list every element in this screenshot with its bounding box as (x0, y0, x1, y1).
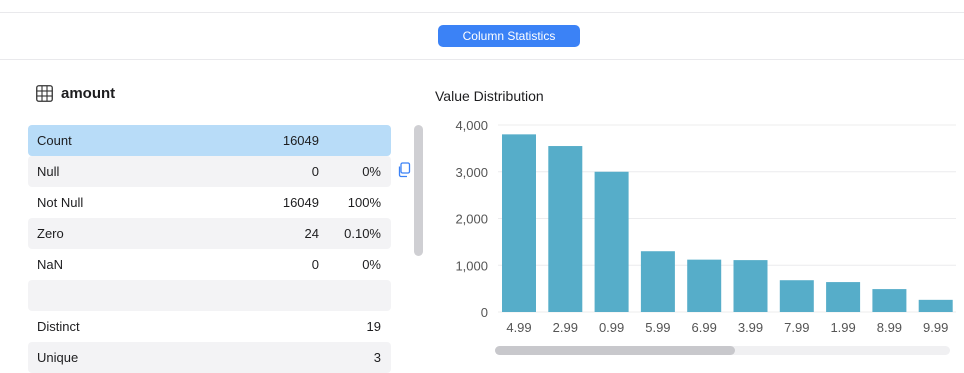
bar-9.99[interactable] (918, 299, 953, 312)
bar-0.99[interactable] (594, 171, 629, 312)
x-tick-label: 2.99 (553, 320, 578, 335)
stat-count: 16049 (282, 133, 319, 148)
bar-2.99[interactable] (548, 146, 583, 312)
stat-row-distinct[interactable]: Distinct 19 (28, 311, 391, 342)
stat-count: 24 (304, 226, 319, 241)
x-tick-label: 3.99 (738, 320, 763, 335)
stat-label: Not Null (37, 195, 84, 210)
column-statistics-tab[interactable]: Column Statistics (438, 25, 580, 47)
x-tick-label: 7.99 (784, 320, 809, 335)
table-grid-icon (36, 85, 53, 102)
chart-horizontal-scrollbar[interactable] (495, 346, 950, 355)
column-name: amount (61, 85, 116, 102)
stat-row-null[interactable]: Null 0 0% (28, 156, 391, 187)
chart-title: Value Distribution (435, 88, 544, 104)
x-tick-label: 9.99 (923, 320, 948, 335)
top-divider (0, 12, 964, 13)
stat-label: Null (37, 164, 60, 179)
stat-row-spacer (28, 280, 391, 311)
x-tick-label: 4.99 (506, 320, 531, 335)
y-tick-label: 2,000 (455, 212, 488, 227)
x-tick-label: 6.99 (692, 320, 717, 335)
chart-scroll-thumb[interactable] (495, 346, 735, 355)
stat-count: 16049 (282, 195, 319, 210)
y-tick-label: 4,000 (455, 118, 488, 133)
copy-icon[interactable] (397, 162, 411, 178)
value-distribution-chart: 4,000 3,000 2,000 1,000 0 4.99 2.99 0.99 5.99 6.9… (455, 118, 956, 335)
x-tick-label: 8.99 (877, 320, 902, 335)
header-divider (0, 59, 964, 60)
bar-7.99[interactable] (779, 280, 814, 312)
y-tick-label: 1,000 (455, 258, 488, 273)
y-tick-label: 3,000 (455, 165, 488, 180)
stat-label: NaN (37, 257, 64, 272)
stat-label: Zero (37, 226, 64, 241)
stat-row-zero[interactable]: Zero 24 0.10% (28, 218, 391, 249)
stat-count: 0 (311, 257, 319, 272)
stat-row-nan[interactable]: NaN 0 0% (28, 249, 391, 280)
y-tick-label: 0 (481, 305, 488, 320)
stat-label: Count (37, 133, 72, 148)
bar-3.99[interactable] (733, 260, 768, 312)
x-tick-label: 0.99 (599, 320, 624, 335)
stat-percent: 0.10% (344, 226, 381, 241)
bar-4.99[interactable] (502, 134, 536, 312)
column-header: amount (36, 85, 115, 102)
stat-value: 19 (366, 319, 381, 334)
x-tick-label: 5.99 (645, 320, 670, 335)
stat-row-count[interactable]: Count 16049 (28, 125, 391, 156)
bar-5.99[interactable] (640, 251, 675, 312)
stat-row-unique[interactable]: Unique 3 (28, 342, 391, 373)
x-tick-label: 1.99 (830, 320, 855, 335)
stat-value: 3 (373, 350, 381, 365)
stat-percent: 100% (347, 195, 381, 210)
stats-scrollbar[interactable] (414, 125, 423, 256)
bar-1.99[interactable] (826, 282, 861, 312)
bar-6.99[interactable] (687, 259, 722, 312)
stat-percent: 0% (362, 257, 381, 272)
stat-count: 0 (311, 164, 319, 179)
stat-row-not-null[interactable]: Not Null 16049 100% (28, 187, 391, 218)
bar-8.99[interactable] (872, 289, 907, 312)
stat-percent: 0% (362, 164, 381, 179)
stat-label: Distinct (37, 319, 80, 334)
stats-table: Count 16049 Null 0 0% Not Null 16049 100… (28, 125, 391, 373)
stat-label: Unique (37, 350, 79, 365)
